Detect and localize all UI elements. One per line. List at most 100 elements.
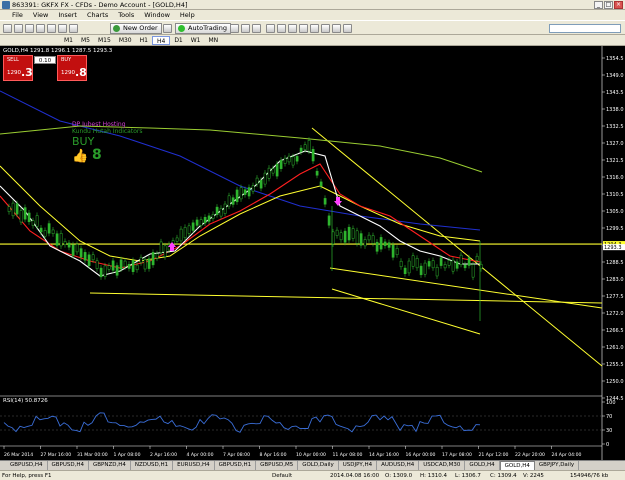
tab-chart[interactable]: NZDUSD,H1: [131, 461, 174, 470]
autoscroll-icon[interactable]: [299, 24, 308, 33]
chart-shift-icon[interactable]: [310, 24, 319, 33]
market-watch-icon[interactable]: [25, 24, 34, 33]
status-open: O: 1309.0: [385, 473, 413, 479]
maximize-button[interactable]: □: [604, 1, 613, 9]
candle-body: [299, 147, 303, 153]
price-label: 1299.5: [606, 226, 624, 232]
tab-chart[interactable]: GBPUSD,H4: [48, 461, 89, 470]
tab-chart[interactable]: AUDUSD,H4: [377, 461, 420, 470]
candle-body: [91, 254, 95, 261]
candle-body: [435, 266, 439, 277]
candle-body: [343, 230, 347, 243]
candle-body: [59, 233, 63, 247]
tab-chart[interactable]: GBPNZD,H4: [89, 461, 131, 470]
rsi-line: [3, 412, 481, 433]
candle-body: [27, 212, 31, 223]
standard-toolbar: New Order AutoTrading: [0, 20, 625, 35]
candle-body: [359, 233, 363, 246]
candle-body: [215, 206, 219, 215]
terminal-icon[interactable]: [58, 24, 67, 33]
profiles-icon[interactable]: [14, 24, 23, 33]
timeframe-d1[interactable]: D1: [170, 36, 186, 45]
new-order-icon: [113, 25, 120, 32]
periods-icon[interactable]: [332, 24, 341, 33]
candle-body: [315, 170, 319, 176]
price-label: 1277.5: [606, 294, 624, 300]
candle-body: [219, 207, 223, 217]
navigator-icon[interactable]: [47, 24, 56, 33]
zoom-out-icon[interactable]: [277, 24, 286, 33]
candle-body: [379, 237, 383, 250]
chart-canvas: 1354.5 1349.0 1343.5 1338.0 1332.5 1327.0 1321…: [0, 46, 625, 460]
close-button[interactable]: ×: [614, 1, 623, 9]
candlestick-icon[interactable]: [241, 24, 250, 33]
buy-button[interactable]: BUY 1290 .8: [57, 55, 87, 81]
candle-body: [367, 234, 371, 241]
sell-button[interactable]: SELL 1290 .3: [3, 55, 33, 81]
zoom-in-icon[interactable]: [266, 24, 275, 33]
one-click-trading-panel: SELL 1290 .3 0.10 BUY 1290 .8: [3, 55, 88, 81]
tab-chart[interactable]: USDCAD,M30: [419, 461, 466, 470]
menu-window[interactable]: Window: [144, 11, 170, 19]
new-chart-icon[interactable]: [3, 24, 12, 33]
candle-body: [263, 172, 267, 185]
timeframe-m15[interactable]: M15: [94, 36, 115, 45]
indicator-label-1: DP Iubest Hosting: [72, 121, 126, 128]
time-label: 1 Apr 08:00: [114, 452, 141, 458]
timeframe-w1[interactable]: W1: [187, 36, 205, 45]
candle-body: [103, 265, 107, 277]
tab-chart[interactable]: GBPUSD,H1: [215, 461, 257, 470]
timeframe-m5[interactable]: M5: [77, 36, 94, 45]
candle-body: [123, 260, 127, 267]
timeframe-m30[interactable]: M30: [115, 36, 136, 45]
line-chart-icon[interactable]: [252, 24, 261, 33]
tab-chart[interactable]: EURUSD,H4: [173, 461, 215, 470]
tab-chart[interactable]: GBPUSD,H4: [6, 461, 48, 470]
menu-help[interactable]: Help: [180, 11, 195, 19]
status-help: For Help, press F1: [2, 473, 52, 479]
new-order-button[interactable]: New Order: [110, 23, 162, 34]
menu-tools[interactable]: Tools: [118, 11, 134, 19]
tab-chart[interactable]: GOLD,H4: [465, 461, 500, 470]
tile-windows-icon[interactable]: [288, 24, 297, 33]
candle-body: [151, 252, 155, 266]
menu-insert[interactable]: Insert: [58, 11, 77, 19]
candle-body: [67, 242, 71, 248]
tab-chart[interactable]: GBPJPY,Daily: [535, 461, 580, 470]
tab-chart[interactable]: USDJPY,H4: [339, 461, 378, 470]
lot-size-input[interactable]: 0.10: [34, 56, 56, 64]
candle-body: [195, 219, 199, 226]
candle-body: [235, 189, 239, 203]
candle-body: [451, 259, 455, 272]
candle-body: [187, 225, 191, 234]
price-label: 1332.5: [606, 124, 624, 130]
meta-editor-icon[interactable]: [163, 24, 172, 33]
tab-chart-active[interactable]: GOLD,H4: [499, 461, 535, 470]
minimize-button[interactable]: _: [594, 1, 603, 9]
tester-icon[interactable]: [69, 24, 78, 33]
tab-chart[interactable]: GBPUSD,M5: [256, 461, 299, 470]
timeframe-h1[interactable]: H1: [136, 36, 152, 45]
candle-body: [239, 187, 243, 200]
search-input[interactable]: [549, 24, 621, 33]
menu-charts[interactable]: Charts: [87, 11, 108, 19]
bar-chart-icon[interactable]: [230, 24, 239, 33]
candle-body: [307, 140, 311, 152]
candle-body: [387, 242, 391, 248]
timeframe-m1[interactable]: M1: [60, 36, 77, 45]
candle-body: [391, 244, 395, 258]
menu-view[interactable]: View: [33, 11, 48, 19]
indicators-icon[interactable]: [321, 24, 330, 33]
tab-chart[interactable]: GOLD,Daily: [298, 461, 339, 470]
autotrading-button[interactable]: AutoTrading: [175, 23, 231, 34]
candle-body: [471, 264, 475, 278]
templates-icon[interactable]: [343, 24, 352, 33]
buy-signal: BUY: [72, 135, 95, 148]
candle-body: [155, 253, 159, 259]
data-window-icon[interactable]: [36, 24, 45, 33]
price-chart[interactable]: 1354.5 1349.0 1343.5 1338.0 1332.5 1327.0 1321…: [0, 46, 625, 460]
timeframe-mn[interactable]: MN: [205, 36, 223, 45]
menu-file[interactable]: File: [12, 11, 23, 19]
candle-body: [251, 185, 255, 192]
timeframe-h4[interactable]: H4: [151, 35, 171, 45]
